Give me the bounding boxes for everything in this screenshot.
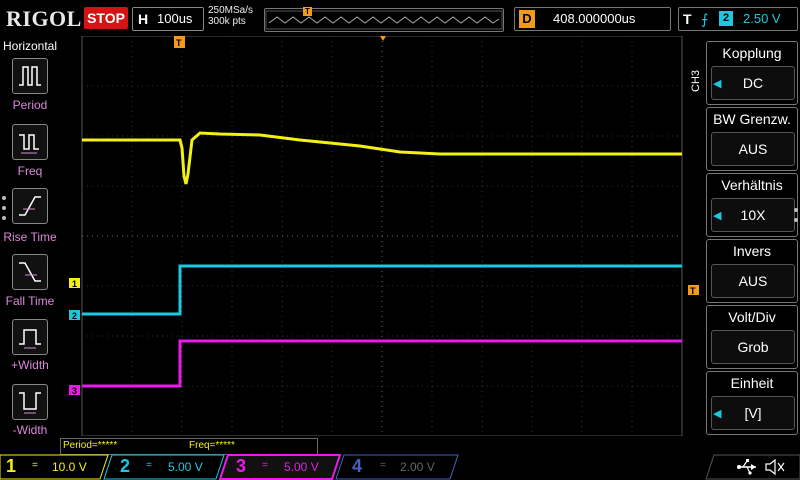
channel-3-number: 3	[236, 456, 247, 476]
pos-width-label: +Width	[11, 358, 49, 372]
trigger-position-marker: T	[303, 7, 312, 16]
menu-volt-div-title: Volt/Div	[728, 309, 776, 325]
menu-volt-div-value: Grob	[711, 330, 795, 364]
freq-measurement: Freq=*****	[189, 440, 235, 451]
timebase-box[interactable]: H 100us	[132, 7, 204, 31]
trigger-source: 2	[719, 11, 733, 26]
menu-coupling-title: Kopplung	[722, 45, 782, 61]
channel-3-scale: 5.00 V	[284, 460, 319, 474]
menu-probe-ratio-value: 10X	[711, 198, 795, 232]
menu-bw-limit[interactable]: BW Grenzw. AUS	[706, 107, 798, 171]
usb-icon	[737, 459, 756, 475]
channel-2-tab[interactable]: 2 = 5.00 V	[112, 454, 224, 480]
trigger-box[interactable]: T ⨍ 2 2.50 V	[678, 7, 798, 31]
scroll-dot	[794, 208, 798, 212]
freq-label: Freq	[17, 164, 43, 178]
neg-width-button[interactable]	[12, 384, 48, 420]
memory-waveform-icon	[265, 10, 503, 30]
channel-2-number: 2	[120, 456, 131, 476]
channel-4-scale: 2.00 V	[400, 460, 435, 474]
scroll-dot	[2, 206, 6, 210]
channel-1-coupling: =	[32, 460, 38, 471]
menu-invert[interactable]: Invers AUS	[706, 239, 798, 303]
menu-probe-ratio[interactable]: Verhältnis 10X ◀	[706, 173, 798, 237]
menu-unit[interactable]: Einheit [V] ◀	[706, 371, 798, 435]
fall-time-label: Fall Time	[5, 294, 55, 308]
run-stop-indicator[interactable]: STOP	[84, 7, 128, 29]
menu-unit-title: Einheit	[730, 375, 774, 391]
left-arrow-icon: ◀	[713, 408, 722, 420]
left-arrow-icon: ◀	[713, 210, 722, 222]
scroll-dot	[794, 218, 798, 222]
neg-width-label: -Width	[12, 423, 48, 437]
channel-4-tab[interactable]: 4 = 2.00 V	[344, 454, 458, 480]
memory-depth: 300k pts	[208, 16, 246, 27]
channel-2-scale: 5.00 V	[168, 460, 203, 474]
pos-width-icon	[19, 329, 41, 349]
menu-invert-value: AUS	[711, 264, 795, 298]
fall-time-button[interactable]	[12, 254, 48, 290]
channel-2-coupling: =	[146, 460, 152, 471]
trigger-label: T	[683, 11, 692, 27]
channel-3-coupling: =	[262, 460, 268, 471]
rise-time-button[interactable]	[12, 188, 48, 224]
menu-coupling-value: DC	[711, 66, 795, 100]
menu-probe-ratio-title: Verhältnis	[721, 177, 783, 193]
freq-icon	[19, 134, 39, 154]
rise-time-label: Rise Time	[3, 230, 57, 244]
top-status-bar: RIGOL STOP H 100us 250MSa/s 300k pts T D…	[0, 0, 800, 36]
menu-bw-limit-value: AUS	[711, 132, 795, 166]
left-arrow-icon: ◀	[713, 78, 722, 90]
menu-coupling[interactable]: Kopplung DC ◀	[706, 41, 798, 105]
sample-rate: 250MSa/s	[208, 5, 254, 16]
channel-3-tab[interactable]: 3 = 5.00 V	[228, 454, 340, 480]
delay-value: 408.000000us	[553, 11, 636, 26]
channel-1-tab[interactable]: 1 = 10.0 V	[0, 454, 108, 480]
scroll-dot	[2, 216, 6, 220]
brand-logo: RIGOL	[6, 6, 82, 31]
ch2-marker-label: 2	[72, 311, 77, 321]
menu-bw-limit-title: BW Grenzw.	[713, 111, 791, 127]
ch3-marker-label: 3	[72, 386, 77, 396]
trigger-level-marker-label: T	[690, 286, 696, 296]
channel-4-number: 4	[352, 456, 363, 476]
memory-position-bar[interactable]: T	[264, 7, 504, 32]
period-measurement: Period=*****	[63, 440, 118, 451]
waveform-display[interactable]: T 1 2 3 T	[60, 36, 700, 436]
channel-1-scale: 10.0 V	[52, 460, 87, 474]
menu-unit-value: [V]	[711, 396, 795, 430]
menu-volt-div[interactable]: Volt/Div Grob	[706, 305, 798, 369]
delay-box[interactable]: D 408.000000us	[514, 7, 671, 31]
period-label: Period	[12, 98, 48, 112]
delay-label: D	[519, 10, 535, 28]
channel-1-number: 1	[6, 456, 17, 476]
neg-width-icon	[19, 392, 41, 414]
channel-status-bar: 1 = 10.0 V 2 = 5.00 V 3 = 5.00 V 4 = 2.0…	[0, 454, 800, 480]
ch1-marker-label: 1	[72, 279, 77, 289]
measure-sidebar: Horizontal Period Freq Rise Time Fall Ti…	[0, 36, 60, 437]
scroll-dot	[2, 196, 6, 200]
timebase-label: H	[137, 11, 149, 27]
fall-time-icon	[19, 262, 41, 282]
sidebar-title: Horizontal	[3, 39, 58, 53]
rise-time-icon	[19, 196, 41, 216]
acquisition-info: 250MSa/s 300k pts	[208, 5, 253, 27]
timebase-value: 100us	[157, 11, 193, 26]
rising-edge-icon: ⨍	[701, 11, 709, 27]
trigger-level: 2.50 V	[743, 11, 781, 26]
menu-invert-title: Invers	[732, 243, 772, 259]
trigger-time-marker-label: T	[176, 38, 182, 48]
pos-width-button[interactable]	[12, 319, 48, 355]
channel-4-coupling: =	[380, 460, 386, 471]
period-icon	[19, 66, 41, 86]
period-button[interactable]	[12, 58, 48, 94]
speaker-muted-icon[interactable]	[764, 458, 786, 476]
freq-button[interactable]	[12, 124, 48, 160]
measurement-strip: Period=***** Freq=*****	[60, 438, 318, 455]
